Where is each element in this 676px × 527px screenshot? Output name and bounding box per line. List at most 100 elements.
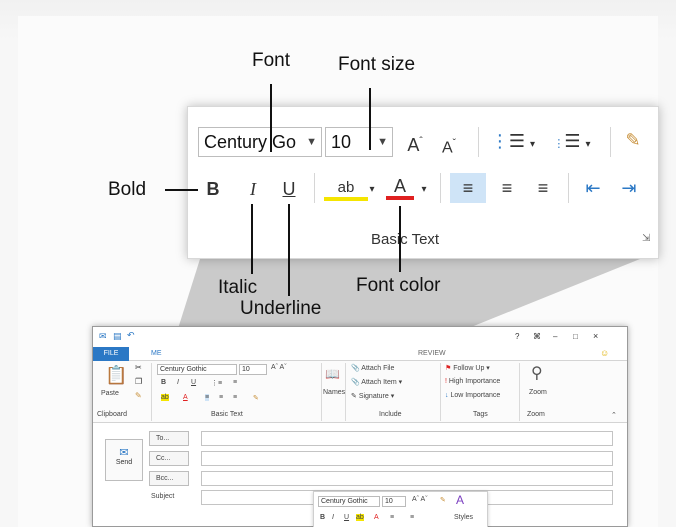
toolbar-font-combo[interactable]: Century Gothic	[318, 496, 380, 507]
font-size-dropdown-arrow-icon[interactable]: ▼	[377, 128, 388, 156]
bcc-button[interactable]: Bcc...	[149, 471, 189, 486]
highlight-dropdown-icon[interactable]: ▾	[366, 179, 378, 201]
zoom-icon[interactable]: ⚲	[531, 363, 543, 383]
separator	[478, 127, 479, 157]
mini-highlight-icon[interactable]: ab	[161, 394, 169, 401]
toolbar-grow-shrink-icons[interactable]: Aˆ Aˇ	[412, 496, 428, 503]
separator	[345, 363, 346, 421]
zoom-button-label[interactable]: Zoom	[529, 389, 547, 396]
increase-indent-icon[interactable]: ⇥	[614, 177, 644, 199]
mini-bold-button[interactable]: B	[161, 379, 166, 386]
tab-message[interactable]: ME	[151, 350, 162, 357]
names-label[interactable]: Names	[323, 389, 345, 396]
low-importance-button[interactable]: ↓ Low Importance	[445, 392, 500, 399]
highlight-icon[interactable]: ab	[324, 175, 368, 201]
annotation-line	[399, 206, 401, 272]
help-icon[interactable]: ?	[515, 332, 519, 341]
mini-clear-format-icon[interactable]: ✎	[253, 394, 259, 402]
paste-icon[interactable]: 📋	[105, 365, 127, 386]
mini-font-combo[interactable]: Century Gothic	[157, 364, 237, 375]
mini-italic-button[interactable]: I	[177, 379, 179, 386]
attach-file-button[interactable]: 📎 Attach File	[351, 364, 394, 372]
annotation-font-color: Font color	[356, 275, 441, 296]
address-book-icon[interactable]: 📖	[325, 367, 340, 381]
bullets-icon[interactable]: ⋮☰ ▾	[488, 130, 538, 156]
send-button[interactable]: ✉ Send	[105, 439, 143, 481]
align-center-icon[interactable]: ≡	[492, 177, 522, 199]
toolbar-format-painter-icon[interactable]: ✎	[440, 496, 446, 504]
toolbar-font-color-icon[interactable]: A	[374, 514, 379, 521]
signature-button[interactable]: ✎ Signature ▾	[351, 392, 394, 400]
include-group-label: Include	[379, 411, 402, 418]
format-painter-icon[interactable]: ✎	[135, 391, 142, 400]
close-icon[interactable]: ×	[593, 331, 598, 341]
mini-grow-shrink-icons[interactable]: Aˆ Aˇ	[271, 364, 287, 371]
mini-font-size-combo[interactable]: 10	[239, 364, 267, 375]
save-icon[interactable]: ▤	[113, 331, 122, 342]
cc-field[interactable]	[201, 451, 613, 466]
minimize-icon[interactable]: –	[553, 332, 557, 341]
ribbon-options-icon[interactable]: ⌘	[533, 332, 541, 341]
basic-text-group-label: Basic Text	[211, 411, 243, 418]
align-right-icon[interactable]: ≡	[528, 177, 558, 199]
bcc-field[interactable]	[201, 471, 613, 486]
send-icon: ✉	[119, 447, 129, 459]
mini-ribbon: 📋 Paste ✂ ❐ ✎ Clipboard Century Gothic 1…	[93, 361, 627, 423]
separator	[314, 173, 315, 203]
tab-review[interactable]: REVIEW	[418, 350, 446, 357]
italic-button[interactable]: I	[242, 178, 264, 200]
cc-button[interactable]: Cc...	[149, 451, 189, 466]
high-importance-button[interactable]: ! High Importance	[445, 378, 500, 385]
attach-file-label: Attach File	[361, 365, 395, 372]
follow-up-button[interactable]: ⚑ Follow Up ▾	[445, 364, 490, 372]
outlook-message-window: ✉ ▤ ↶ ? ⌘ – □ × FILE ME REVIEW ☺ 📋 Paste…	[92, 326, 628, 527]
underline-button[interactable]: U	[278, 178, 300, 200]
zoom-group-label: Zoom	[527, 411, 545, 418]
tab-file[interactable]: FILE	[93, 347, 129, 361]
clear-formatting-icon[interactable]: ✎	[618, 129, 648, 151]
to-field[interactable]	[201, 431, 613, 446]
font-color-dropdown-icon[interactable]: ▾	[418, 179, 430, 201]
mini-bullets-icon[interactable]: ⋮≡	[211, 379, 222, 387]
toolbar-size-combo[interactable]: 10	[382, 496, 406, 507]
toolbar-styles-label[interactable]: Styles	[454, 514, 473, 521]
separator	[610, 127, 611, 157]
toolbar-underline-button[interactable]: U	[344, 514, 349, 521]
collapse-ribbon-icon[interactable]: ⌃	[611, 411, 617, 419]
mini-underline-button[interactable]: U	[191, 379, 196, 386]
toolbar-italic-button[interactable]: I	[332, 514, 334, 521]
to-button[interactable]: To...	[149, 431, 189, 446]
smiley-feedback-icon[interactable]: ☺	[600, 348, 609, 358]
undo-icon[interactable]: ↶	[127, 330, 135, 341]
annotation-line	[270, 84, 272, 152]
copy-icon[interactable]: ❐	[135, 377, 142, 386]
font-name-combo[interactable]: Century Go ▼	[198, 127, 322, 157]
shrink-font-icon[interactable]: Aˇ	[436, 133, 462, 159]
subject-label: Subject	[151, 493, 175, 500]
font-dropdown-arrow-icon[interactable]: ▼	[306, 128, 317, 156]
toolbar-bold-button[interactable]: B	[320, 514, 325, 521]
font-size-combo[interactable]: 10 ▼	[325, 127, 393, 157]
tags-group-label: Tags	[473, 411, 488, 418]
decrease-indent-icon[interactable]: ⇤	[578, 177, 608, 199]
annotation-font: Font	[252, 50, 291, 71]
mini-numbering-icon[interactable]: ≡	[233, 379, 237, 386]
mini-align-right-icon[interactable]: ≡	[233, 394, 237, 401]
toolbar-styles-icon[interactable]: A	[456, 493, 464, 507]
cut-icon[interactable]: ✂	[135, 363, 142, 372]
mini-font-color-icon[interactable]: A	[183, 394, 188, 401]
bold-button[interactable]: B	[202, 178, 224, 200]
toolbar-bullets-icon[interactable]: ≡	[390, 514, 394, 521]
font-color-icon[interactable]: A	[386, 175, 414, 200]
grow-font-icon[interactable]: Aˆ	[402, 131, 428, 156]
mini-align-left-icon[interactable]: ≡	[205, 394, 210, 401]
attach-item-button[interactable]: 📎 Attach Item ▾	[351, 378, 402, 386]
align-left-icon[interactable]: ≡	[450, 173, 486, 203]
numbering-icon[interactable]: ⋮☰ ▾	[544, 130, 600, 156]
annotation-underline: Underline	[240, 298, 322, 319]
mini-align-center-icon[interactable]: ≡	[219, 394, 223, 401]
toolbar-numbering-icon[interactable]: ≡	[410, 514, 414, 521]
toolbar-highlight-icon[interactable]: ab	[356, 514, 364, 521]
dialog-launcher-icon[interactable]: ⇲	[642, 233, 650, 244]
maximize-icon[interactable]: □	[573, 332, 578, 341]
